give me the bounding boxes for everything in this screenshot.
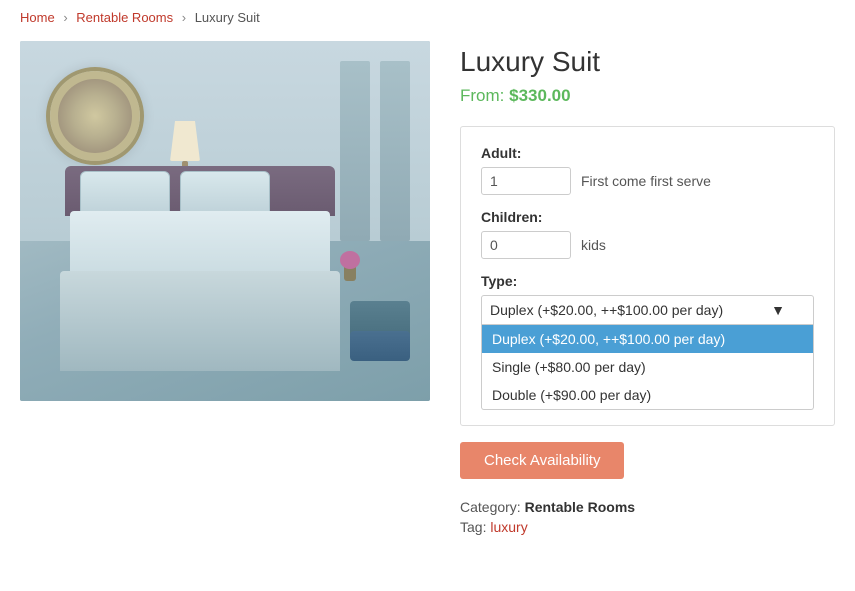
main-content: Luxury Suit From: $330.00 Adult: First c…: [20, 41, 835, 539]
children-input[interactable]: [481, 231, 571, 259]
chair: [350, 311, 410, 381]
room-title: Luxury Suit: [460, 46, 835, 78]
adult-row: Adult: First come first serve: [481, 145, 814, 195]
type-selected-label: Duplex (+$20.00, ++$100.00 per day): [490, 302, 723, 318]
breadcrumb-home[interactable]: Home: [20, 10, 55, 25]
category-value: Rentable Rooms: [525, 499, 635, 515]
category-label: Category:: [460, 499, 521, 515]
booking-form: Adult: First come first serve Children: …: [460, 126, 835, 426]
type-dropdown-trigger[interactable]: Duplex (+$20.00, ++$100.00 per day) ▼: [481, 295, 814, 325]
detail-panel: Luxury Suit From: $330.00 Adult: First c…: [460, 41, 835, 539]
tag-label: Tag:: [460, 519, 486, 535]
children-row: Children: kids: [481, 209, 814, 259]
adult-input[interactable]: [481, 167, 571, 195]
mirror-decor: [50, 71, 140, 161]
dropdown-option-double[interactable]: Double (+$90.00 per day): [482, 381, 813, 409]
breadcrumb-sep2: ›: [182, 10, 186, 25]
dropdown-option-single[interactable]: Single (+$80.00 per day): [482, 353, 813, 381]
flowers: [340, 251, 360, 281]
adult-input-row: First come first serve: [481, 167, 814, 195]
breadcrumb: Home › Rentable Rooms › Luxury Suit: [20, 10, 835, 25]
breadcrumb-parent[interactable]: Rentable Rooms: [76, 10, 173, 25]
breadcrumb-current: Luxury Suit: [195, 10, 260, 25]
type-label: Type:: [481, 273, 814, 289]
price-value: $330.00: [509, 86, 570, 105]
children-suffix: kids: [581, 237, 606, 253]
dropdown-option-duplex[interactable]: Duplex (+$20.00, ++$100.00 per day): [482, 325, 813, 353]
dropdown-arrow-icon: ▼: [771, 302, 785, 318]
price-from-label: From:: [460, 86, 504, 105]
room-price: From: $330.00: [460, 86, 835, 106]
children-input-row: kids: [481, 231, 814, 259]
type-dropdown-container: Duplex (+$20.00, ++$100.00 per day) ▼ Du…: [481, 295, 814, 325]
type-row: Type: Duplex (+$20.00, ++$100.00 per day…: [481, 273, 814, 325]
breadcrumb-sep1: ›: [63, 10, 67, 25]
type-dropdown-menu: Duplex (+$20.00, ++$100.00 per day) Sing…: [481, 325, 814, 410]
tag-value[interactable]: luxury: [490, 519, 527, 535]
check-availability-button[interactable]: Check Availability: [460, 442, 624, 479]
meta-section: Category: Rentable Rooms Tag: luxury: [460, 499, 835, 535]
curtain-right: [380, 61, 410, 241]
children-label: Children:: [481, 209, 814, 225]
room-image: [20, 41, 430, 401]
curtain-left: [340, 61, 370, 241]
category-row: Category: Rentable Rooms: [460, 499, 835, 515]
adult-suffix: First come first serve: [581, 173, 711, 189]
tag-row: Tag: luxury: [460, 519, 835, 535]
bed: [60, 211, 340, 371]
adult-label: Adult:: [481, 145, 814, 161]
